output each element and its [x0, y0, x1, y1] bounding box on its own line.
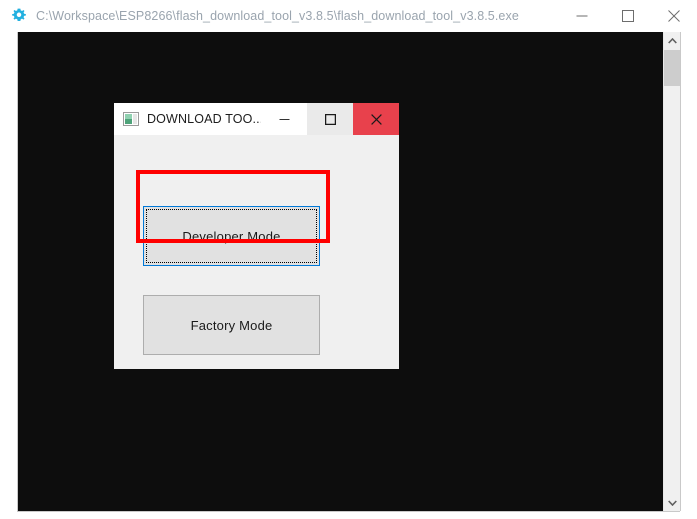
developer-mode-button[interactable]: Developer Mode: [143, 206, 320, 266]
dialog-maximize-button[interactable]: [307, 103, 353, 135]
window-minimize-button[interactable]: [559, 0, 605, 32]
developer-mode-label: Developer Mode: [182, 228, 281, 244]
window-bottom-border-line: [17, 511, 680, 512]
window-right-border: [680, 32, 697, 519]
dialog-body: Developer Mode Factory Mode: [114, 135, 399, 369]
dialog-titlebar[interactable]: DOWNLOAD TOO...: [114, 103, 399, 135]
factory-mode-label: Factory Mode: [190, 317, 273, 333]
chevron-down-icon[interactable]: [664, 494, 681, 511]
window-left-border: [0, 32, 17, 511]
vertical-scrollbar[interactable]: [663, 32, 681, 511]
window-bottom-border: [0, 511, 697, 519]
window-titlebar[interactable]: C:\Workspace\ESP8266\flash_download_tool…: [0, 0, 697, 32]
download-tool-dialog: DOWNLOAD TOO... Developer Mode Factory M: [114, 103, 399, 369]
window-close-button[interactable]: [651, 0, 697, 32]
picture-icon: [123, 112, 139, 126]
scrollbar-thumb[interactable]: [664, 50, 681, 86]
chevron-up-icon[interactable]: [664, 32, 681, 49]
factory-mode-button[interactable]: Factory Mode: [143, 295, 320, 355]
gear-icon: [11, 8, 27, 24]
window-maximize-button[interactable]: [605, 0, 651, 32]
application-window: C:\Workspace\ESP8266\flash_download_tool…: [0, 0, 697, 519]
window-right-border-line: [680, 32, 681, 512]
dialog-title: DOWNLOAD TOO...: [147, 112, 261, 126]
dialog-minimize-button[interactable]: [261, 103, 307, 135]
window-title: C:\Workspace\ESP8266\flash_download_tool…: [36, 9, 519, 23]
dialog-close-button[interactable]: [353, 103, 399, 135]
